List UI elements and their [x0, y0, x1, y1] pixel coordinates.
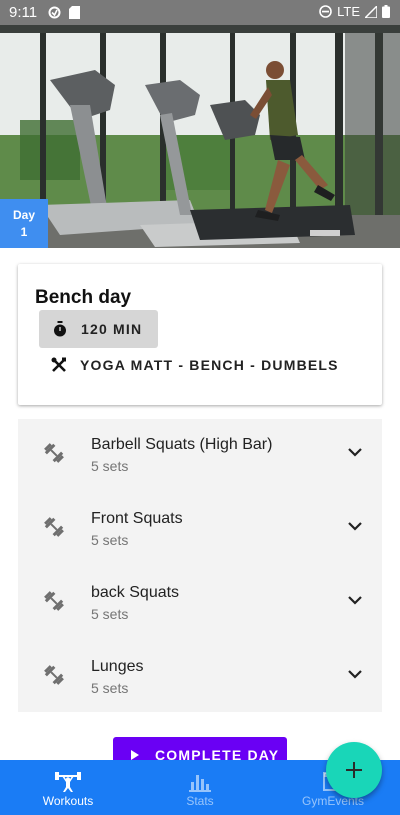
nav-label-workouts: Workouts — [42, 794, 94, 808]
chevron-down-icon[interactable] — [348, 521, 362, 531]
exercise-name: Front Squats — [91, 510, 183, 527]
duration-chip: 120 MIN — [39, 310, 158, 348]
sd-card-icon — [69, 6, 80, 19]
do-not-disturb-icon — [319, 5, 332, 18]
workout-title: Bench day — [35, 287, 132, 308]
exercise-sets: 5 sets — [91, 606, 129, 622]
status-bar: 9:11 LTE — [0, 0, 400, 25]
exercise-name: back Squats — [91, 584, 180, 601]
nav-item-stats[interactable]: Stats — [160, 760, 240, 815]
weightlifter-icon — [55, 772, 81, 792]
dumbbell-icon — [44, 443, 64, 463]
tools-icon — [51, 357, 66, 372]
status-time: 9:11 — [9, 4, 38, 21]
status-notification-icons — [48, 6, 80, 19]
plus-icon — [346, 762, 362, 778]
network-type: LTE — [337, 4, 360, 19]
equipment-text: YOGA MATT - BENCH - DUMBELS — [80, 357, 339, 373]
exercise-item[interactable]: Front Squats 5 sets — [18, 493, 382, 567]
day-badge-label: Day — [12, 208, 35, 222]
chevron-down-icon[interactable] — [348, 595, 362, 605]
chevron-down-icon[interactable] — [348, 447, 362, 457]
dumbbell-icon — [44, 591, 64, 611]
signal-icon — [365, 5, 377, 18]
bar-chart-icon — [189, 775, 211, 792]
play-icon — [131, 750, 139, 760]
workout-hero-image — [0, 25, 400, 248]
equipment-row: YOGA MATT - BENCH - DUMBELS — [51, 357, 339, 373]
exercise-name: Lunges — [91, 658, 144, 675]
nav-label-stats: Stats — [186, 794, 214, 808]
exercise-sets: 5 sets — [91, 458, 129, 474]
exercise-item[interactable]: Barbell Squats (High Bar) 5 sets — [18, 419, 382, 493]
exercise-item[interactable]: back Squats 5 sets — [18, 567, 382, 641]
exercise-list: Barbell Squats (High Bar) 5 sets Front S… — [18, 419, 382, 712]
dumbbell-icon — [44, 665, 64, 685]
exercise-item[interactable]: Lunges 5 sets — [18, 641, 382, 715]
gym-treadmill-photo — [0, 25, 400, 248]
chevron-down-icon[interactable] — [348, 669, 362, 679]
add-fab-button[interactable] — [326, 742, 382, 798]
battery-icon — [382, 5, 390, 18]
status-system-icons: LTE — [319, 4, 390, 19]
dumbbell-icon — [44, 517, 64, 537]
timer-icon — [54, 321, 66, 337]
exercise-sets: 5 sets — [91, 680, 129, 696]
day-badge-number: 1 — [20, 225, 28, 239]
workout-info-card: Bench day 120 MIN YOGA MATT - BENCH - DU… — [18, 264, 382, 405]
sync-icon — [48, 6, 61, 19]
nav-item-workouts[interactable]: Workouts — [28, 760, 108, 815]
exercise-name: Barbell Squats (High Bar) — [91, 436, 273, 453]
exercise-sets: 5 sets — [91, 532, 129, 548]
duration-text: 120 MIN — [81, 321, 143, 337]
day-badge: Day 1 — [0, 199, 48, 248]
